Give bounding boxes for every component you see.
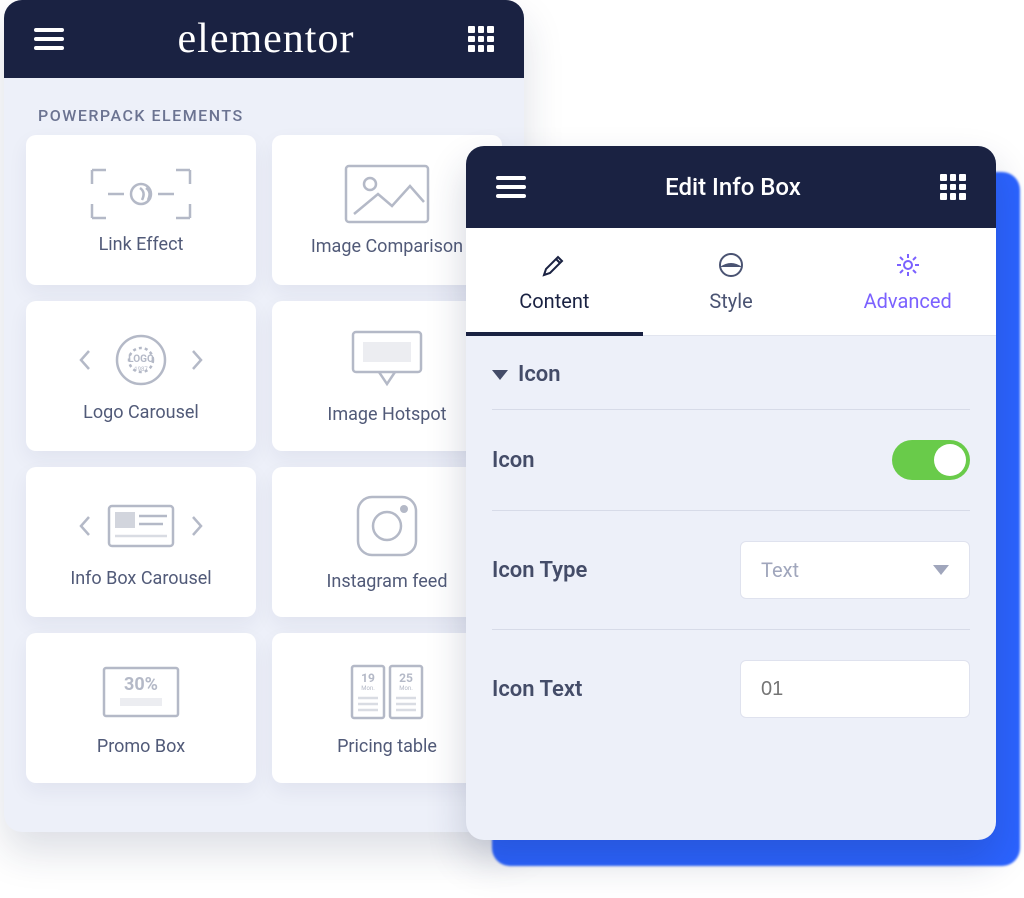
svg-text:30%: 30% xyxy=(124,674,158,695)
widget-label: Promo Box xyxy=(97,736,185,757)
info-box-carousel-icon xyxy=(71,496,211,556)
control-label: Icon Type xyxy=(492,558,587,583)
control-label: Icon xyxy=(492,448,535,473)
select-value: Text xyxy=(761,558,799,582)
widget-label: Info Box Carousel xyxy=(70,568,211,589)
svg-text:LOGO: LOGO xyxy=(128,354,154,365)
widget-label: Logo Carousel xyxy=(83,402,199,423)
section-title: POWERPACK ELEMENTS xyxy=(4,78,524,135)
logo-carousel-icon: LOGO 1987 xyxy=(71,330,211,390)
tab-advanced[interactable]: Advanced xyxy=(819,228,996,335)
controls-container: Icon Icon Icon Type Text Icon Text xyxy=(466,336,996,840)
brand-title: elementor xyxy=(178,15,355,63)
promo-box-icon: 30% xyxy=(96,660,186,724)
apps-grid-icon[interactable] xyxy=(468,26,494,52)
svg-text:19: 19 xyxy=(361,671,375,685)
widgets-panel: elementor POWERPACK ELEMENTS Link Effect xyxy=(4,0,524,832)
image-comparison-icon xyxy=(344,164,430,224)
section-label: Icon xyxy=(518,362,561,387)
link-effect-icon xyxy=(86,166,196,222)
widget-label: Instagram feed xyxy=(327,571,448,592)
widget-link-effect[interactable]: Link Effect xyxy=(26,135,256,285)
icon-type-select[interactable]: Text xyxy=(740,541,970,599)
apps-grid-icon[interactable] xyxy=(940,174,966,200)
tab-label: Content xyxy=(519,289,589,313)
edit-panel-title: Edit Info Box xyxy=(665,173,801,201)
widget-promo-box[interactable]: 30% Promo Box xyxy=(26,633,256,783)
image-hotspot-icon xyxy=(347,328,427,392)
menu-icon[interactable] xyxy=(496,176,526,198)
svg-text:Mon.: Mon. xyxy=(399,685,413,692)
control-icon-text: Icon Text xyxy=(492,630,970,748)
tab-content[interactable]: Content xyxy=(466,228,643,335)
svg-text:1987: 1987 xyxy=(134,366,148,373)
widget-label: Pricing table xyxy=(337,736,437,757)
icon-text-input[interactable] xyxy=(740,660,970,718)
widget-info-box-carousel[interactable]: Info Box Carousel xyxy=(26,467,256,617)
section-icon[interactable]: Icon xyxy=(492,336,970,410)
widget-logo-carousel[interactable]: LOGO 1987 Logo Carousel xyxy=(26,301,256,451)
widgets-grid: Link Effect Image Comparison LOGO 1987 xyxy=(4,135,524,783)
edit-panel: Edit Info Box Content Style Advanced xyxy=(466,146,996,840)
svg-text:25: 25 xyxy=(399,671,413,685)
control-icon-toggle: Icon xyxy=(492,410,970,511)
pricing-table-icon: 19 25 Mon. Mon. xyxy=(332,660,442,724)
widgets-panel-header: elementor xyxy=(4,0,524,78)
chevron-down-icon xyxy=(933,565,949,575)
svg-text:Mon.: Mon. xyxy=(361,685,375,692)
widget-label: Image Comparison xyxy=(311,236,463,257)
control-label: Icon Text xyxy=(492,677,582,702)
instagram-icon xyxy=(354,493,420,559)
tab-label: Advanced xyxy=(864,289,952,313)
edit-panel-header: Edit Info Box xyxy=(466,146,996,228)
icon-toggle[interactable] xyxy=(892,440,970,480)
widget-label: Link Effect xyxy=(99,234,184,255)
tab-label: Style xyxy=(709,289,752,313)
caret-down-icon xyxy=(492,370,508,380)
tab-style[interactable]: Style xyxy=(643,228,820,335)
edit-tabs: Content Style Advanced xyxy=(466,228,996,336)
menu-icon[interactable] xyxy=(34,28,64,50)
control-icon-type: Icon Type Text xyxy=(492,511,970,630)
widget-label: Image Hotspot xyxy=(327,404,446,425)
